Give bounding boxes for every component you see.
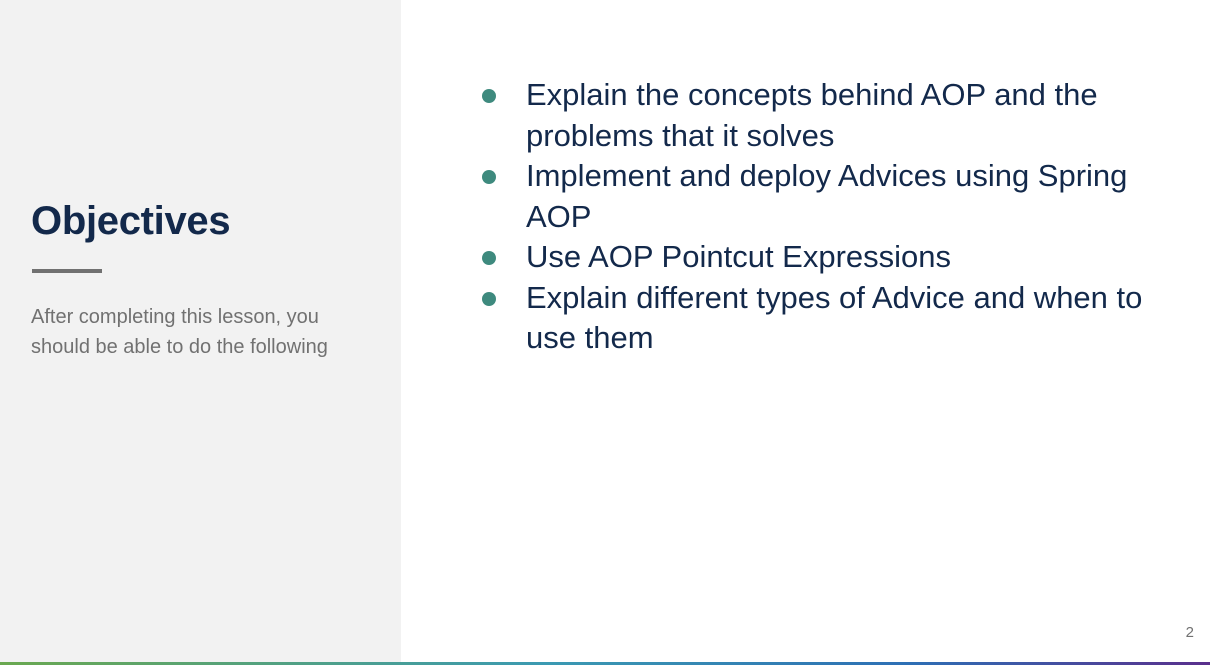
objective-text: Use AOP Pointcut Expressions [526,239,952,274]
objective-item: Explain the concepts behind AOP and the … [478,75,1178,156]
objective-item: Implement and deploy Advices using Sprin… [478,156,1178,237]
objective-item: Explain different types of Advice and wh… [478,278,1178,359]
bullet-dot-icon [482,251,496,265]
slide-subtitle: After completing this lesson, you should… [31,306,328,358]
bullet-dot-icon [482,291,496,306]
page-number: 2 [1185,624,1194,641]
objective-text: Implement and deploy Advices using Sprin… [526,158,1128,234]
slide-title: Objectives [31,199,231,243]
objective-text: Explain different types of Advice and wh… [526,279,1143,356]
bullet-dot-icon [482,170,496,184]
bullet-dot-icon [482,89,496,103]
left-panel: Objectives After completing this lesson,… [0,0,401,662]
objective-text: Explain the concepts behind AOP and the … [526,77,1098,153]
title-divider [32,269,102,273]
objective-item: Use AOP Pointcut Expressions [478,237,1178,278]
objectives-list: Explain the concepts behind AOP and the … [478,75,1178,359]
slide: Objectives After completing this lesson,… [0,0,1210,665]
